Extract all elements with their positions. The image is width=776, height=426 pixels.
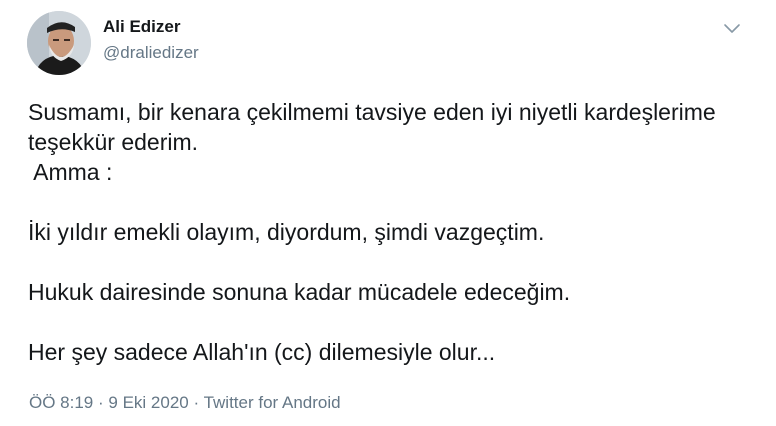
tweet-line: Her şey sadece Allah'ın (cc) dilemesiyle…: [28, 339, 496, 365]
tweet-meta: ÖÖ 8:19 · 9 Eki 2020 · Twitter for Andro…: [29, 393, 341, 413]
tweet-line: İki yıldır emekli olayım, diyordum, şimd…: [28, 219, 545, 245]
tweet-card: Ali Edizer @draliedizer Susmamı, bir ken…: [0, 0, 776, 426]
tweet-line: Amma :: [28, 159, 113, 185]
tweet-source[interactable]: Twitter for Android: [204, 393, 341, 412]
tweet-text: Susmamı, bir kenara çekilmemi tavsiye ed…: [28, 97, 748, 367]
tweet-line: Hukuk dairesinde sonuna kadar mücadele e…: [28, 279, 571, 305]
tweet-date[interactable]: 9 Eki 2020: [108, 393, 188, 412]
chevron-down-icon[interactable]: [722, 21, 742, 37]
meta-separator: ·: [193, 393, 200, 412]
tweet-line: teşekkür ederim.: [28, 129, 199, 155]
avatar-image: [27, 11, 91, 75]
avatar[interactable]: [27, 11, 91, 75]
tweet-line: Susmamı, bir kenara çekilmemi tavsiye ed…: [28, 99, 716, 125]
tweet-time[interactable]: ÖÖ 8:19: [29, 393, 93, 412]
meta-separator: ·: [98, 393, 104, 412]
user-name[interactable]: Ali Edizer: [103, 17, 180, 37]
user-handle[interactable]: @draliedizer: [103, 43, 199, 63]
